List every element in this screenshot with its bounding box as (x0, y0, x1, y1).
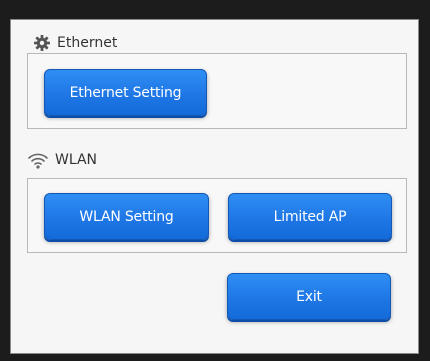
ethernet-setting-button[interactable]: Ethernet Setting (44, 69, 207, 116)
exit-button[interactable]: Exit (227, 273, 391, 320)
gear-icon (33, 34, 51, 52)
wifi-icon (27, 151, 49, 169)
wlan-title-label: WLAN (55, 152, 98, 168)
window-frame: Ethernet Ethernet Setting WLAN WLAN Sett (0, 0, 430, 361)
ethernet-section-title: Ethernet (33, 34, 117, 52)
ethernet-group-box: Ethernet Setting (27, 53, 407, 129)
ethernet-title-label: Ethernet (57, 35, 118, 51)
wlan-group-box: WLAN Setting Limited AP (27, 178, 407, 253)
limited-ap-button[interactable]: Limited AP (228, 193, 392, 240)
wlan-section-title: WLAN (27, 151, 97, 169)
wlan-setting-button[interactable]: WLAN Setting (44, 193, 209, 240)
network-settings-panel: Ethernet Ethernet Setting WLAN WLAN Sett (10, 19, 419, 354)
